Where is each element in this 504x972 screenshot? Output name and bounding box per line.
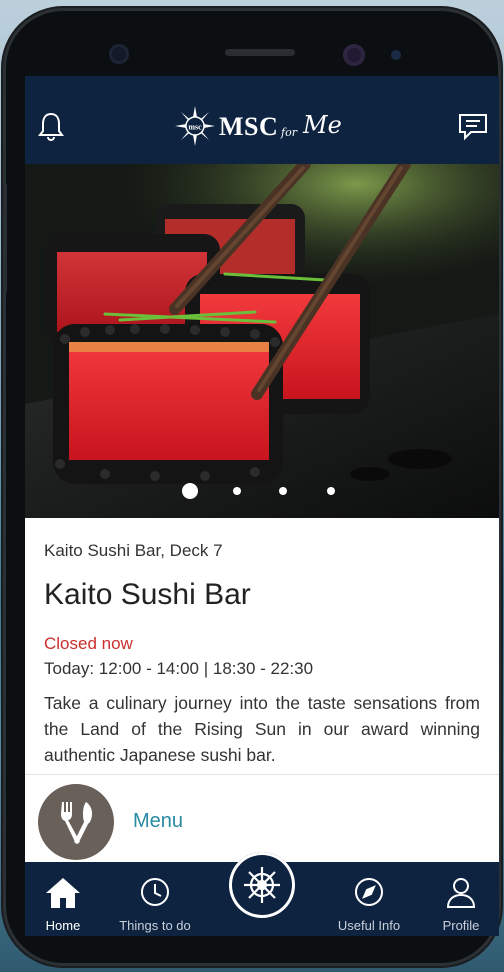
carousel-indicator [25, 482, 499, 502]
carousel-dot-1[interactable] [182, 483, 198, 499]
side-key [3, 183, 7, 293]
iris-scanner [343, 44, 365, 66]
nav-profile-label: Profile [442, 918, 480, 933]
nav-home[interactable]: Home [25, 862, 111, 936]
profile-icon [446, 878, 476, 908]
nav-home-label: Home [45, 918, 81, 933]
venue-description: Take a culinary journey into the taste s… [44, 693, 480, 765]
menu-badge[interactable] [38, 784, 114, 860]
venue-location: Kaito Sushi Bar, Deck 7 [44, 541, 223, 560]
compass-icon [355, 878, 383, 906]
helm-icon [244, 867, 280, 903]
sushi-photo [25, 164, 499, 518]
earpiece-speaker [225, 49, 295, 56]
chat-icon[interactable] [457, 110, 489, 142]
home-icon [46, 878, 80, 908]
top-bar: msc MSC for Me [25, 76, 499, 164]
bell-icon[interactable] [35, 110, 67, 142]
nav-useful-info[interactable]: Useful Info [321, 862, 417, 936]
phone-frame: msc MSC for Me Kaito Sushi Bar, Deck 7 K… [3, 8, 501, 966]
carousel-dot-3[interactable] [279, 487, 287, 495]
menu-link[interactable]: Menu [133, 810, 183, 833]
nav-center-button[interactable] [229, 852, 295, 918]
svg-text:msc: msc [188, 123, 202, 132]
divider [25, 774, 499, 775]
compass-rose-logo-icon: msc [175, 106, 215, 146]
brand-name: MSC [219, 112, 279, 141]
proximity-sensor [391, 50, 401, 60]
carousel-dot-2[interactable] [233, 487, 241, 495]
nav-things-to-do-label: Things to do [119, 918, 191, 933]
brand-me: Me [303, 111, 342, 139]
opening-status: Closed now [44, 634, 133, 653]
venue-photo-carousel[interactable] [25, 164, 499, 518]
nav-things-to-do[interactable]: Things to do [107, 862, 203, 936]
nav-profile[interactable]: Profile [413, 862, 499, 936]
msc-for-me-logo: msc MSC for Me [175, 106, 355, 146]
front-camera [109, 44, 129, 64]
app-screen: msc MSC for Me Kaito Sushi Bar, Deck 7 K… [25, 76, 499, 936]
brand-for: for [281, 126, 297, 139]
opening-hours: Today: 12:00 - 14:00 | 18:30 - 22:30 [44, 659, 314, 678]
fork-knife-icon [61, 802, 93, 844]
bottom-navigation: Home Things to do Useful Info Profile [25, 852, 499, 936]
clock-icon [141, 878, 169, 906]
nav-useful-info-label: Useful Info [337, 918, 401, 933]
carousel-dot-4[interactable] [327, 487, 335, 495]
venue-title: Kaito Sushi Bar [44, 578, 251, 611]
